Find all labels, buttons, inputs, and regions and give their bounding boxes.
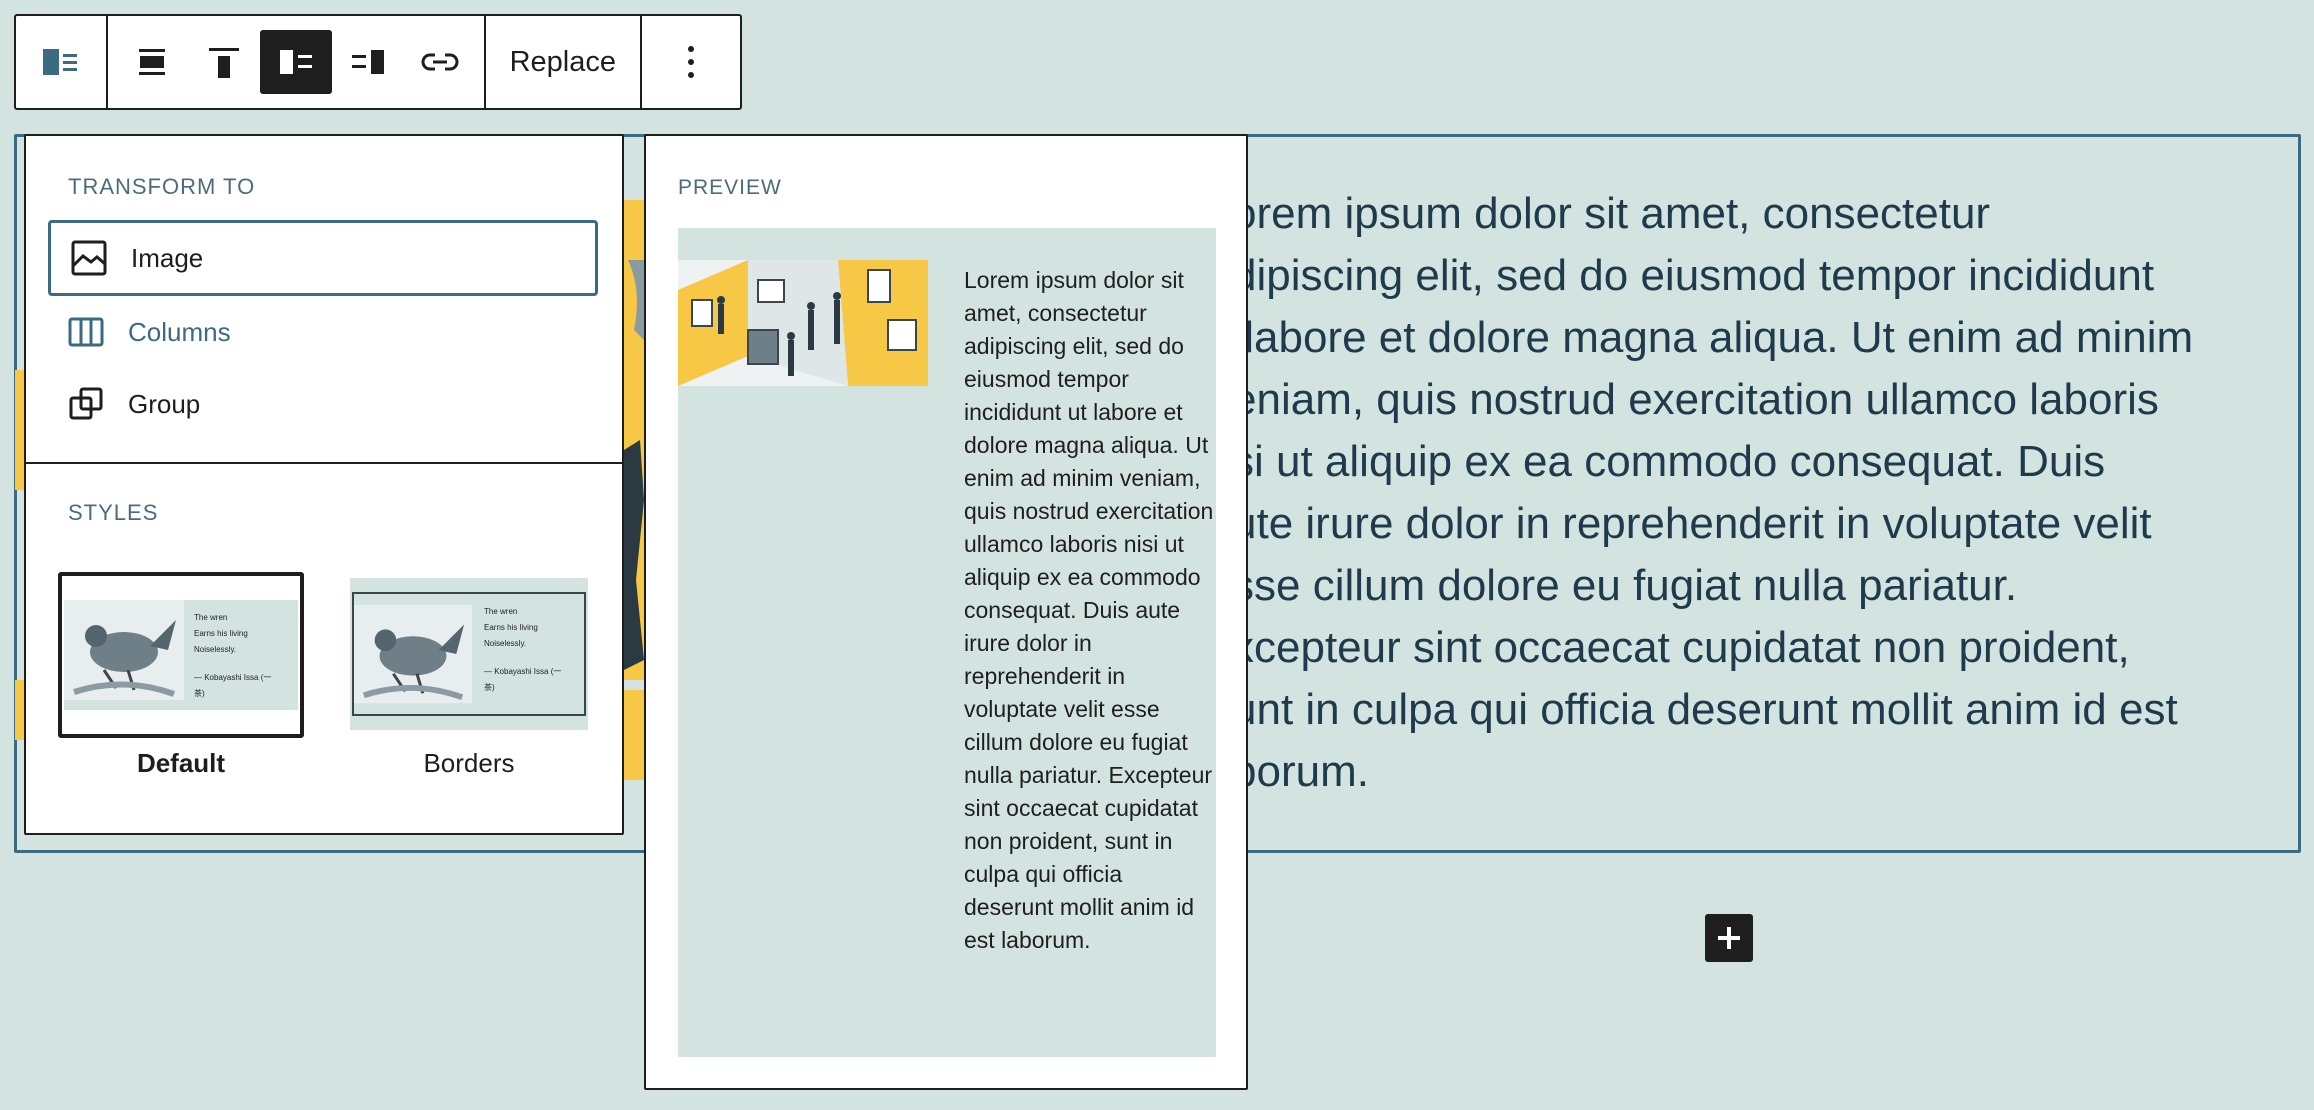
paragraph-line: labore et dolore magna aliqua. Ut enim a… bbox=[1232, 313, 2194, 362]
media-left-icon[interactable] bbox=[259, 30, 332, 94]
styles-heading: STYLES bbox=[68, 500, 159, 525]
align-top-icon[interactable] bbox=[188, 30, 260, 94]
transform-columns-item[interactable]: Columns bbox=[48, 294, 598, 370]
preview-heading: PREVIEW bbox=[678, 176, 782, 199]
block-paragraph[interactable]: orem ipsum dolor sit amet, consectetur d… bbox=[1232, 183, 2292, 803]
thumb-text-line: 茶) bbox=[194, 689, 205, 698]
thumb-text-line: The wren bbox=[484, 607, 518, 616]
link-icon[interactable] bbox=[404, 30, 476, 94]
paragraph-line: sse cillum dolore eu fugiat nulla pariat… bbox=[1232, 561, 2018, 610]
transform-item-label: Columns bbox=[128, 316, 231, 347]
style-borders-label: Borders bbox=[423, 748, 515, 778]
style-default-option[interactable]: The wren Earns his living Noiselessly. —… bbox=[58, 572, 304, 738]
thumb-text-line: Noiselessly. bbox=[194, 645, 237, 654]
paragraph-line: dipiscing elit, sed do eiusmod tempor in… bbox=[1232, 251, 2155, 300]
more-options-icon[interactable] bbox=[642, 16, 740, 108]
image-icon bbox=[69, 238, 109, 278]
paragraph-line: orem ipsum dolor sit amet, consectetur bbox=[1232, 189, 1991, 238]
plus-icon bbox=[1718, 927, 1740, 949]
style-default-label: Default bbox=[136, 748, 226, 778]
transform-to-heading: TRANSFORM TO bbox=[68, 174, 256, 199]
paragraph-line: si ut aliquip ex ea commodo consequat. D… bbox=[1232, 437, 2106, 486]
paragraph-line: unt in culpa qui officia deserunt mollit… bbox=[1232, 685, 2178, 734]
gallery-illustration-icon bbox=[678, 260, 928, 386]
replace-button[interactable]: Replace bbox=[486, 16, 640, 108]
block-switcher-popover: TRANSFORM TO Image Columns Group STYLES bbox=[24, 134, 624, 835]
wren-bird-icon bbox=[64, 600, 184, 700]
thumb-text-line: Earns his living bbox=[194, 629, 248, 638]
preview-media-text-block: Lorem ipsum dolor sit amet, consectetur … bbox=[678, 228, 1216, 1057]
media-right-icon[interactable] bbox=[332, 30, 404, 94]
paragraph-line: borum. bbox=[1232, 747, 1369, 796]
thumb-text-line: 茶) bbox=[484, 683, 495, 692]
block-preview-popover: PREVIEW Lorem ipsum dolor sit amet, cons… bbox=[644, 134, 1248, 1090]
wren-bird-icon bbox=[354, 604, 472, 704]
media-text-block-icon[interactable] bbox=[25, 30, 97, 94]
paragraph-line: ute irure dolor in reprehenderit in volu… bbox=[1232, 499, 2152, 548]
thumb-text-line: — Kobayashi Issa (一 bbox=[194, 673, 272, 682]
paragraph-line: xcepteur sint occaecat cupidatat non pro… bbox=[1232, 623, 2130, 672]
align-center-icon[interactable] bbox=[116, 30, 188, 94]
thumb-text-line: The wren bbox=[194, 613, 228, 622]
transform-item-label: Image bbox=[131, 242, 204, 273]
media-image-fragment bbox=[624, 200, 644, 680]
style-preview-thumbnail: The wren Earns his living Noiselessly. —… bbox=[350, 578, 588, 730]
group-icon bbox=[66, 384, 106, 424]
transform-item-label: Group bbox=[128, 388, 201, 419]
block-toolbar: Replace bbox=[14, 14, 742, 110]
thumb-text-line: Earns his living bbox=[484, 623, 538, 632]
thumb-text-line: Noiselessly. bbox=[484, 639, 527, 648]
columns-icon bbox=[66, 312, 106, 352]
block-type-group bbox=[16, 16, 108, 108]
popover-divider bbox=[26, 462, 622, 464]
paragraph-line: eniam, quis nostrud exercitation ullamco… bbox=[1232, 375, 2159, 424]
replace-group: Replace bbox=[486, 16, 642, 108]
transform-group-item[interactable]: Group bbox=[48, 366, 598, 442]
add-block-button[interactable] bbox=[1705, 914, 1753, 962]
options-group bbox=[642, 16, 740, 108]
thumb-text-line: — Kobayashi Issa (一 bbox=[484, 667, 562, 676]
alignment-group bbox=[108, 16, 486, 108]
style-borders-option[interactable]: The wren Earns his living Noiselessly. —… bbox=[346, 572, 592, 738]
preview-paragraph: Lorem ipsum dolor sit amet, consectetur … bbox=[964, 267, 1214, 953]
transform-image-item[interactable]: Image bbox=[48, 220, 598, 296]
media-image-fragment bbox=[624, 690, 644, 780]
style-preview-thumbnail: The wren Earns his living Noiselessly. —… bbox=[64, 600, 298, 710]
